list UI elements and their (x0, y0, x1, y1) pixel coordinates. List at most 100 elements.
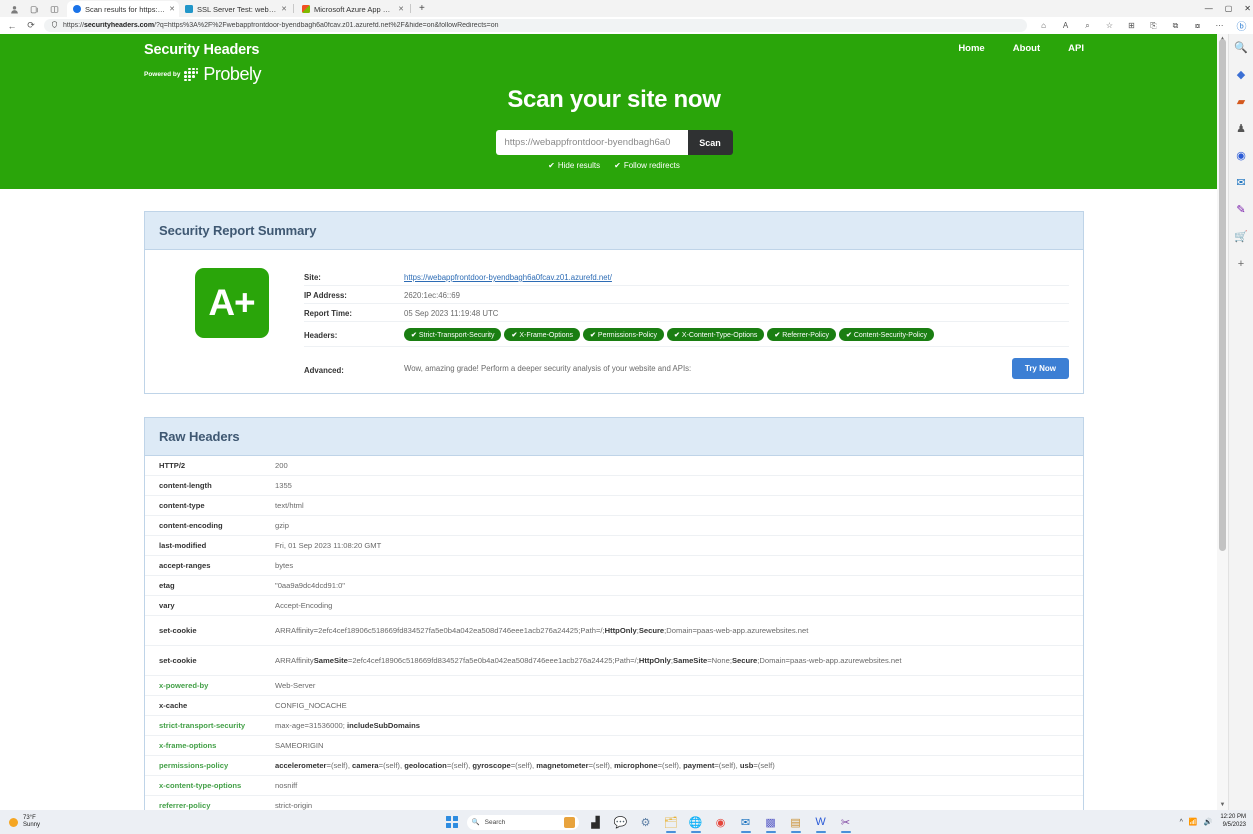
outlook-icon[interactable]: ✉ (1234, 175, 1249, 190)
nav-link-api[interactable]: API (1068, 43, 1084, 54)
taskbar-search-input[interactable]: 🔍 Search (467, 815, 579, 830)
clock-time: 12:20 PM (1220, 814, 1246, 822)
header-value: nosniff (275, 776, 1083, 796)
hide-results-option[interactable]: ✔Hide results (548, 161, 600, 170)
browser-tab-1[interactable]: SSL Server Test: webappfrontdoo ✕ (179, 1, 291, 17)
briefcase-icon[interactable]: ▰ (1234, 94, 1249, 109)
report-time-label: Report Time: (304, 307, 404, 318)
back-button[interactable]: ← (6, 20, 18, 32)
file-explorer-icon[interactable]: 🗂 (663, 814, 679, 830)
show-hidden-icons-icon[interactable]: ^ (1180, 819, 1183, 826)
try-now-button[interactable]: Try Now (1012, 358, 1069, 379)
close-window-button[interactable]: ✕ (1244, 4, 1251, 13)
search-icon[interactable]: 🔍 (1234, 40, 1249, 55)
browser-toolbar: ← ⟳ https://securityheaders.com/?q=https… (0, 17, 1253, 34)
header-value: "0aa9a9dc4dcd91:0" (275, 576, 1083, 596)
volume-icon[interactable]: 🔊 (1204, 818, 1213, 826)
copilot-icon[interactable]: ⓑ (1236, 20, 1247, 31)
read-aloud-icon[interactable]: A (1060, 20, 1071, 31)
edge-icon[interactable]: 🌐 (688, 814, 704, 830)
header-value: 1355 (275, 476, 1083, 496)
tab-close-icon[interactable]: ✕ (281, 5, 287, 13)
scan-url-input[interactable] (496, 130, 688, 155)
header-key: set-cookie (145, 616, 275, 646)
header-key: content-length (145, 476, 275, 496)
header-value: Accept-Encoding (275, 596, 1083, 616)
tab-favicon (73, 5, 81, 13)
task-view-icon[interactable]: ▟ (588, 814, 604, 830)
browser-tab-2[interactable]: Microsoft Azure App Service - W ✕ (296, 1, 408, 17)
hide-results-label: Hide results (558, 161, 600, 170)
minimize-button[interactable]: — (1205, 4, 1213, 13)
store-icon[interactable]: ▤ (788, 814, 804, 830)
tab-close-icon[interactable]: ✕ (398, 5, 404, 13)
shopping-icon[interactable]: 🛒 (1234, 229, 1249, 244)
browser-essentials-icon[interactable]: ⧉ (1170, 20, 1181, 31)
follow-redirects-label: Follow redirects (624, 161, 680, 170)
taskbar-clock[interactable]: 12:20 PM 9/5/2023 (1220, 814, 1246, 830)
collections-icon[interactable]: ⎘ (1148, 20, 1159, 31)
nav-link-home[interactable]: Home (958, 43, 984, 54)
table-row: content-typetext/html (145, 496, 1083, 516)
address-bar[interactable]: https://securityheaders.com/?q=https%3A%… (44, 19, 1027, 32)
taskbar-tray: ^ 📶 🔊 12:20 PM 9/5/2023 (1180, 814, 1253, 830)
raw-headers-card-title: Raw Headers (159, 429, 1069, 444)
follow-redirects-option[interactable]: ✔Follow redirects (614, 161, 680, 170)
site-label: Site: (304, 271, 404, 282)
status-badge: ✔X-Frame-Options (504, 328, 580, 341)
more-icon[interactable]: ⋯ (1214, 20, 1225, 31)
games-icon[interactable]: ♟ (1234, 121, 1249, 136)
table-row: set-cookieARRAffinitySameSite=2efc4cef18… (145, 646, 1083, 676)
check-icon: ✔ (614, 161, 621, 170)
chrome-icon[interactable]: ◉ (713, 814, 729, 830)
browser-tab-0[interactable]: Scan results for https://webappf ✕ (67, 1, 179, 17)
scrollbar-thumb[interactable] (1219, 39, 1226, 551)
check-icon: ✔ (511, 332, 517, 339)
split-screen-icon[interactable] (49, 4, 60, 15)
nav-link-about[interactable]: About (1013, 43, 1040, 54)
maximize-button[interactable]: ▢ (1225, 4, 1233, 13)
header-value: bytes (275, 556, 1083, 576)
header-value: text/html (275, 496, 1083, 516)
site-link[interactable]: https://webappfrontdoor-byendbagh6a0fcav… (404, 273, 612, 282)
teams-work-icon[interactable]: ▩ (763, 814, 779, 830)
header-key: last-modified (145, 536, 275, 556)
collections-icon[interactable] (29, 4, 40, 15)
settings-icon[interactable]: ⚙ (638, 814, 654, 830)
add-icon[interactable]: + (1234, 256, 1249, 271)
word-icon[interactable]: W (813, 814, 829, 830)
check-icon: ✔ (674, 332, 680, 339)
weather-description: Sunny (23, 822, 40, 830)
split-screen-icon[interactable]: ⊞ (1126, 20, 1137, 31)
refresh-button[interactable]: ⟳ (25, 20, 37, 32)
extensions-icon[interactable]: ⧇ (1192, 20, 1203, 31)
badge-label: Permissions-Policy (598, 332, 657, 339)
teams-icon[interactable]: 💬 (613, 814, 629, 830)
profile-icon[interactable] (9, 4, 20, 15)
check-icon: ✔ (411, 332, 417, 339)
ip-address-label: IP Address: (304, 289, 404, 300)
network-icon[interactable]: 📶 (1189, 818, 1198, 826)
shield-icon (51, 21, 58, 30)
weather-widget[interactable]: 73°F Sunny (0, 815, 120, 830)
header-key: x-powered-by (145, 676, 275, 696)
tab-title: SSL Server Test: webappfrontdoo (197, 5, 277, 14)
microsoft365-icon[interactable]: ◉ (1234, 148, 1249, 163)
site-brand[interactable]: Security Headers Powered by Probely (144, 42, 261, 85)
tab-close-icon[interactable]: ✕ (169, 5, 175, 13)
onenote-icon[interactable]: ✎ (1234, 202, 1249, 217)
table-row: x-content-type-optionsnosniff (145, 776, 1083, 796)
zoom-icon[interactable]: ⌕ (1082, 20, 1093, 31)
copilot-icon[interactable]: ◆ (1234, 67, 1249, 82)
scroll-down-arrow[interactable]: ▼ (1217, 800, 1228, 810)
new-tab-button[interactable]: + (413, 3, 431, 14)
scan-button[interactable]: Scan (688, 130, 733, 155)
outlook-icon[interactable]: ✉ (738, 814, 754, 830)
header-value: Fri, 01 Sep 2023 11:08:20 GMT (275, 536, 1083, 556)
star-icon[interactable]: ☆ (1104, 20, 1115, 31)
start-icon[interactable] (446, 816, 458, 828)
header-value: max-age=31536000; includeSubDomains (275, 716, 1083, 736)
favorites-add-icon[interactable]: ⌂ (1038, 20, 1049, 31)
page-scrollbar[interactable]: ▲ ▼ (1217, 34, 1228, 810)
snipping-tool-icon[interactable]: ✂ (838, 814, 854, 830)
